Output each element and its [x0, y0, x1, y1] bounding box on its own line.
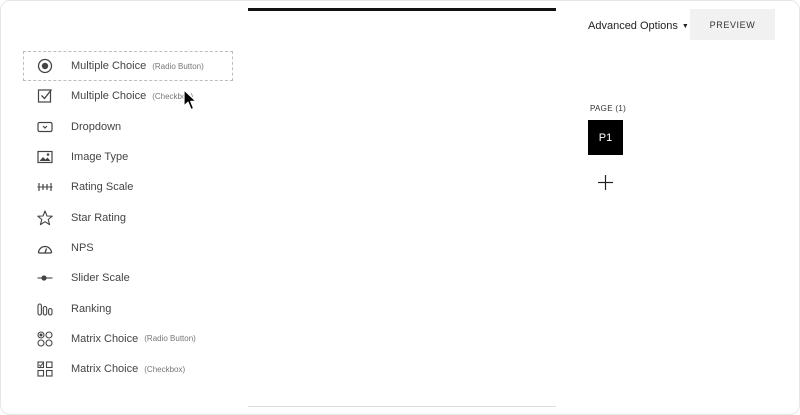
question-type-label: Ranking: [71, 302, 112, 315]
question-type-ranking[interactable]: Ranking: [23, 293, 233, 323]
matrix-radio-icon: [37, 331, 53, 347]
question-type-sublabel: (Checkbox): [144, 364, 186, 374]
question-type-rating-scale[interactable]: Rating Scale: [23, 172, 233, 202]
question-type-sublabel: (Radio Button): [152, 61, 204, 71]
question-type-label: Matrix Choice: [71, 363, 139, 376]
question-type-list: Multiple Choice (Radio Button) Multiple …: [23, 51, 233, 384]
rating-scale-icon: [37, 179, 53, 195]
slider-icon: [37, 270, 53, 286]
dropdown-icon: [37, 119, 53, 135]
question-type-matrix-radio[interactable]: Matrix Choice (Radio Button): [23, 324, 233, 354]
plus-icon[interactable]: [597, 174, 614, 191]
survey-canvas-top-border: [248, 8, 556, 11]
question-type-multiple-choice-radio[interactable]: Multiple Choice (Radio Button): [23, 51, 233, 82]
question-type-label: Rating Scale: [71, 181, 134, 194]
ranking-icon: [37, 301, 53, 317]
caret-down-icon: ▼: [681, 22, 689, 30]
question-type-label: Multiple Choice: [71, 60, 147, 73]
question-type-sublabel: (Checkbox): [152, 91, 194, 101]
question-type-matrix-checkbox[interactable]: Matrix Choice (Checkbox): [23, 354, 233, 384]
question-type-slider-scale[interactable]: Slider Scale: [23, 263, 233, 293]
question-type-sublabel: (Radio Button): [144, 334, 196, 344]
question-type-label: Multiple Choice: [71, 90, 147, 103]
radio-button-icon: [37, 58, 53, 74]
question-type-star-rating[interactable]: Star Rating: [23, 202, 233, 232]
question-type-label: Matrix Choice: [71, 332, 139, 345]
question-type-image[interactable]: Image Type: [23, 142, 233, 172]
gauge-icon: [37, 240, 53, 256]
question-type-nps[interactable]: NPS: [23, 233, 233, 263]
question-type-label: Star Rating: [71, 211, 127, 224]
question-type-label: Dropdown: [71, 120, 122, 133]
page-tile-p1[interactable]: P1: [588, 120, 623, 155]
question-type-label: Image Type: [71, 151, 129, 164]
checkbox-icon: [37, 88, 53, 104]
question-type-label: NPS: [71, 241, 94, 254]
matrix-checkbox-icon: [37, 361, 53, 377]
survey-canvas-bottom-border: [248, 406, 556, 407]
advanced-options-dropdown[interactable]: Advanced Options ▼: [588, 19, 689, 33]
page-count-label: PAGE (1): [590, 104, 627, 113]
question-type-label: Slider Scale: [71, 272, 130, 285]
star-icon: [37, 210, 53, 226]
preview-button[interactable]: PREVIEW: [690, 9, 775, 40]
question-type-multiple-choice-checkbox[interactable]: Multiple Choice (Checkbox): [23, 81, 233, 111]
image-icon: [37, 149, 53, 165]
advanced-options-label: Advanced Options: [588, 20, 678, 32]
question-type-dropdown[interactable]: Dropdown: [23, 112, 233, 142]
